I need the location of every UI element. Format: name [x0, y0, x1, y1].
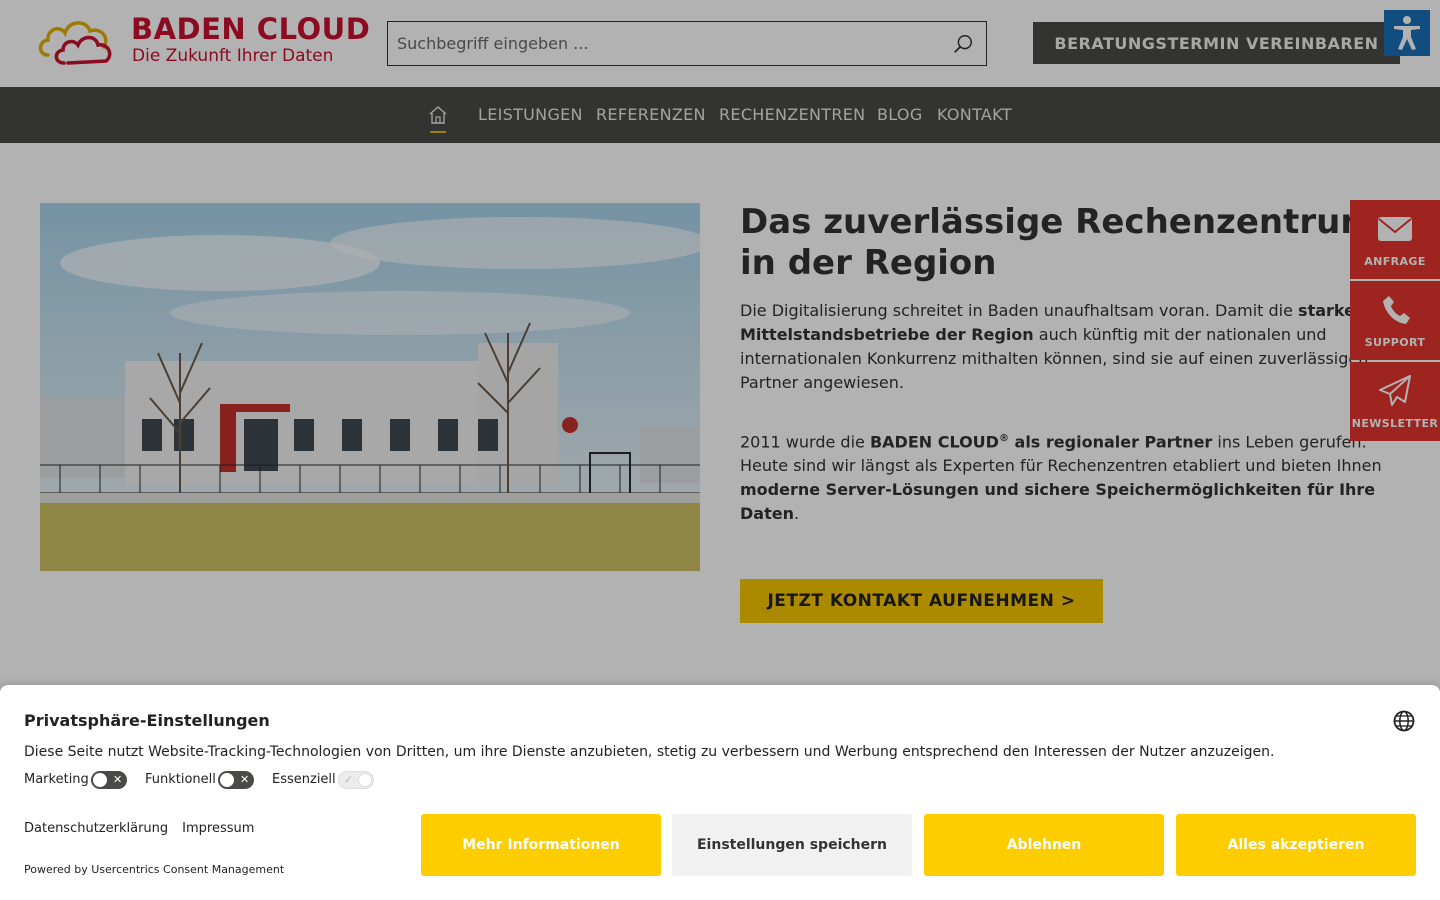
marketing-toggle[interactable]: ✕	[91, 771, 127, 789]
nav-active-indicator	[430, 131, 446, 133]
site-header: BADEN CLOUD Die Zukunft Ihrer Daten BERA…	[0, 0, 1440, 87]
consent-description: Diese Seite nutzt Website-Tracking-Techn…	[24, 744, 1275, 760]
phone-icon	[1383, 296, 1410, 324]
logo-title: BADEN CLOUD	[131, 12, 371, 46]
hero-p2-bold-partner: als regionaler Partner	[1008, 432, 1213, 452]
side-tab-label: ANFRAGE	[1364, 255, 1426, 268]
toggle-label-marketing: Marketing	[24, 772, 89, 787]
search-input[interactable]	[388, 22, 928, 65]
privacy-policy-link[interactable]: Datenschutzerklärung	[24, 821, 168, 836]
side-tab-anfrage[interactable]: ANFRAGE	[1350, 200, 1440, 279]
save-settings-button[interactable]: Einstellungen speichern	[672, 814, 912, 876]
mail-icon	[1378, 217, 1412, 241]
hero-p2-text-a: 2011 wurde die	[740, 432, 870, 452]
imprint-link[interactable]: Impressum	[182, 821, 254, 836]
nav-item-rechenzentren[interactable]: RECHENZENTREN	[719, 105, 865, 124]
nav-item-referenzen[interactable]: REFERENZEN	[596, 105, 706, 124]
nav-item-leistungen[interactable]: LEISTUNGEN	[478, 105, 583, 124]
logo-subtitle: Die Zukunft Ihrer Daten	[132, 46, 334, 66]
nav-item-kontakt[interactable]: KONTAKT	[937, 105, 1012, 124]
search-box	[387, 21, 987, 66]
consent-banner: Privatsphäre-Einstellungen Diese Seite n…	[0, 685, 1440, 900]
consent-title: Privatsphäre-Einstellungen	[24, 711, 270, 730]
more-info-button[interactable]: Mehr Informationen	[421, 814, 661, 876]
hero-p2-bold-services: moderne Server-Lösungen und sichere Spei…	[740, 480, 1376, 524]
contact-cta-button[interactable]: JETZT KONTAKT AUFNEHMEN >	[740, 579, 1103, 623]
hero-p1-text-a: Die Digitalisierung schreitet in Baden u…	[740, 301, 1299, 320]
hero-p2-text-f: .	[793, 504, 800, 524]
essenziell-toggle: ✓	[338, 771, 374, 789]
accept-all-button[interactable]: Alles akzeptieren	[1176, 814, 1416, 876]
side-tab-newsletter[interactable]: NEWSLETTER	[1350, 362, 1440, 441]
registered-mark: ®	[998, 433, 1009, 444]
powered-by: Powered by Usercentrics Consent Manageme…	[24, 863, 285, 876]
datacenter-photo	[40, 203, 700, 571]
side-tab-label: NEWSLETTER	[1351, 417, 1439, 430]
globe-icon[interactable]	[1393, 710, 1415, 732]
hero-p2-brand: BADEN CLOUD	[869, 432, 999, 452]
deny-button[interactable]: Ablehnen	[924, 814, 1164, 876]
consent-links: Datenschutzerklärung Impressum	[24, 821, 268, 836]
side-tab-label: SUPPORT	[1364, 336, 1426, 349]
main-nav: LEISTUNGEN REFERENZEN RECHENZENTREN BLOG…	[0, 87, 1440, 143]
logo[interactable]: BADEN CLOUD Die Zukunft Ihrer Daten	[38, 12, 370, 72]
toggle-label-funktionell: Funktionell	[145, 772, 216, 787]
hero-paragraph-1: Die Digitalisierung schreitet in Baden u…	[740, 299, 1390, 395]
appointment-button[interactable]: BERATUNGSTERMIN VEREINBAREN	[1033, 22, 1400, 64]
funktionell-toggle[interactable]: ✕	[218, 771, 254, 789]
accessibility-icon	[1394, 16, 1420, 50]
cloud-logo-icon	[38, 21, 112, 65]
search-icon[interactable]	[952, 33, 974, 55]
nav-item-blog[interactable]: BLOG	[877, 105, 923, 124]
hero-paragraph-2: 2011 wurde die BADEN CLOUD® als regional…	[740, 427, 1400, 526]
toggle-label-essenziell: Essenziell	[272, 772, 336, 787]
home-icon[interactable]	[428, 105, 448, 125]
paper-plane-icon	[1379, 375, 1411, 406]
accessibility-button[interactable]	[1384, 10, 1430, 56]
side-tab-support[interactable]: SUPPORT	[1350, 281, 1440, 360]
hero-title: Das zuverlässige Rechenzentrum in der Re…	[740, 202, 1376, 283]
